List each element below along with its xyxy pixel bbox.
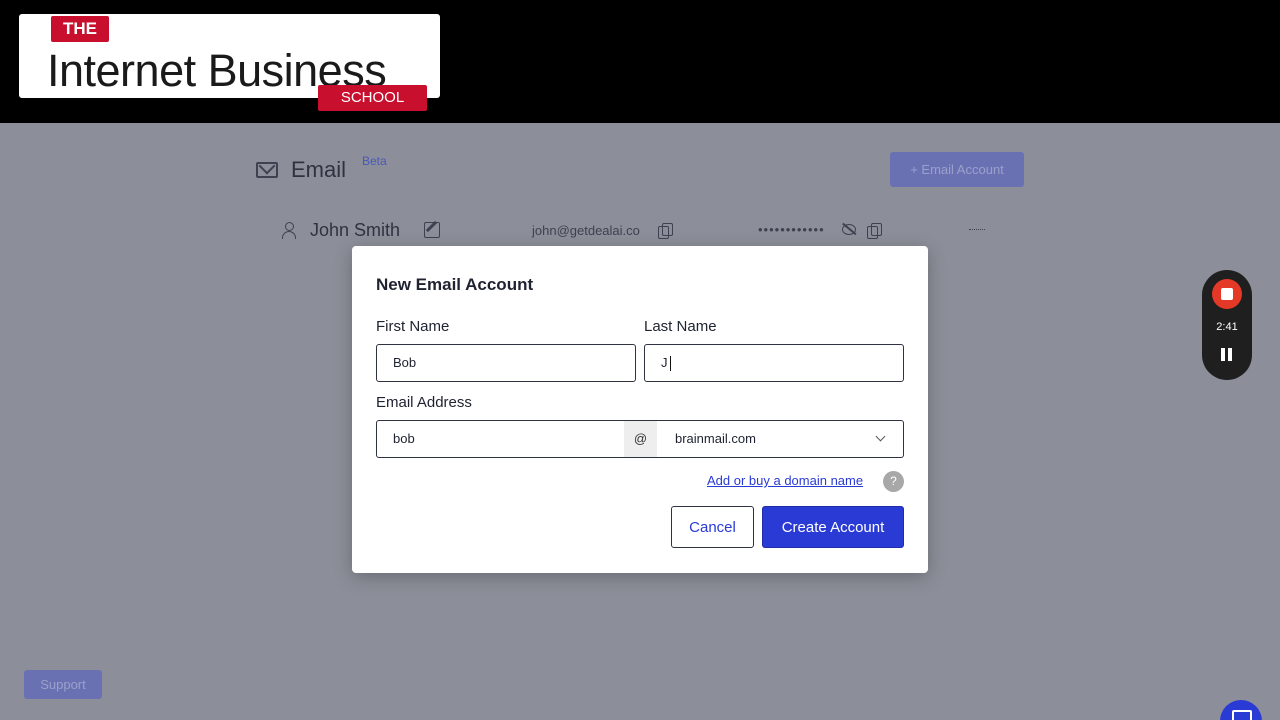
new-email-account-modal: New Email Account First Name Bob Last Na… — [352, 246, 928, 573]
page-title: Email — [291, 157, 347, 182]
first-name-value: Bob — [393, 355, 417, 370]
support-button[interactable]: Support — [24, 670, 102, 699]
mail-icon — [256, 162, 278, 178]
modal-title: New Email Account — [376, 275, 534, 294]
help-icon[interactable]: ? — [883, 471, 904, 492]
chevron-down-icon[interactable] — [875, 431, 886, 442]
add-domain-link[interactable]: Add or buy a domain name — [707, 473, 863, 488]
copy-password-icon[interactable] — [867, 223, 882, 239]
last-name-label: Last Name — [644, 318, 717, 335]
email-address-group: bob @ brainmail.com — [376, 420, 904, 458]
first-name-input[interactable]: Bob — [376, 344, 636, 382]
logo-the: THE — [51, 16, 109, 42]
pause-icon[interactable] — [1221, 348, 1233, 361]
first-name-label: First Name — [376, 318, 450, 335]
last-name-value: J — [661, 355, 668, 370]
edit-icon[interactable] — [424, 222, 440, 238]
at-sign: @ — [624, 421, 657, 457]
password-mask: •••••••••••• — [758, 222, 825, 237]
text-cursor — [669, 356, 671, 372]
page-header: Email — [256, 155, 346, 185]
more-icon[interactable] — [969, 229, 985, 231]
beta-badge: Beta — [362, 154, 387, 168]
account-email: john@getdealai.co — [532, 223, 640, 238]
top-banner: THE Internet Business SCHOOL — [0, 0, 1280, 123]
create-account-button[interactable]: Create Account — [762, 506, 904, 548]
last-name-input[interactable]: J — [644, 344, 904, 382]
account-name: John Smith — [310, 220, 401, 240]
stop-record-icon[interactable] — [1212, 279, 1242, 309]
cancel-button[interactable]: Cancel — [671, 506, 754, 548]
email-local-input[interactable]: bob — [393, 421, 415, 457]
logo-school: SCHOOL — [318, 85, 427, 111]
domain-select[interactable]: brainmail.com — [675, 421, 756, 457]
email-address-label: Email Address — [376, 394, 472, 411]
recorder-widget: 2:41 — [1202, 270, 1252, 380]
user-icon — [282, 222, 296, 239]
recording-time: 2:41 — [1216, 321, 1238, 333]
eye-off-icon[interactable] — [842, 224, 856, 235]
copy-email-icon[interactable] — [658, 223, 673, 239]
add-email-account-button[interactable]: + Email Account — [890, 152, 1024, 187]
